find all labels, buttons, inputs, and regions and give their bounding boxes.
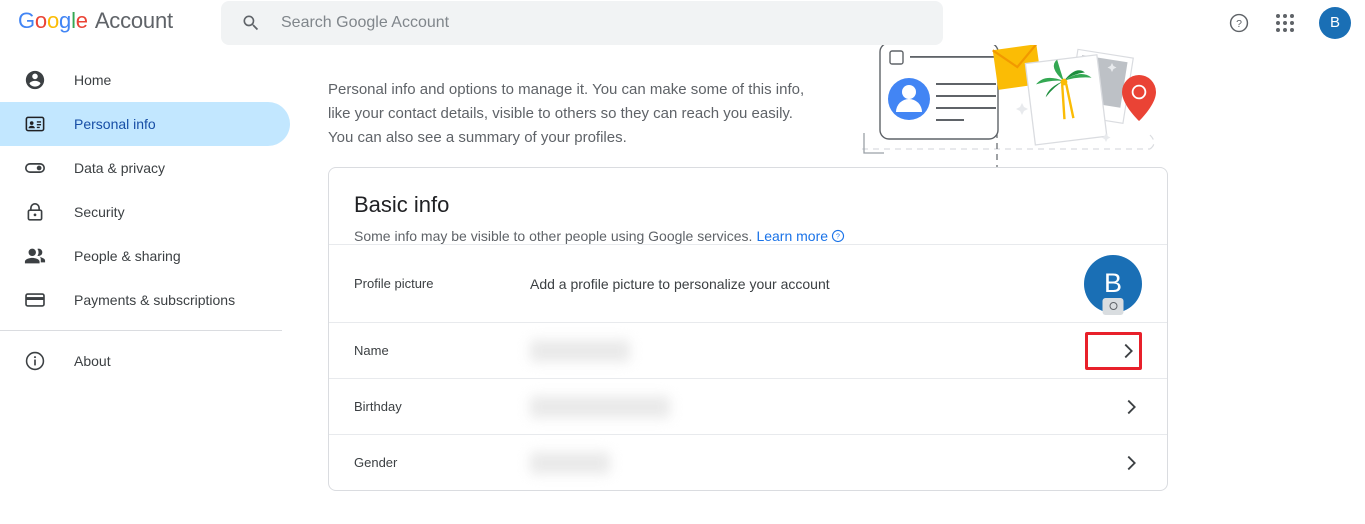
sidebar-item-data-privacy[interactable]: Data & privacy [0, 146, 290, 190]
credit-card-icon [24, 289, 46, 311]
profile-card-photos-location-illustration [850, 45, 1170, 187]
sidebar-item-about[interactable]: About [0, 339, 290, 383]
toggle-switch-icon [24, 157, 46, 179]
sidebar-item-label: Data & privacy [74, 160, 166, 176]
row-value [530, 395, 1085, 418]
table-row[interactable]: Birthday [329, 378, 1167, 434]
redacted-value [530, 339, 630, 362]
sidebar-item-label: People & sharing [74, 248, 181, 264]
avatar-initial: B [1103, 268, 1122, 298]
redacted-value [530, 395, 670, 418]
sidebar-item-home[interactable]: Home [0, 58, 290, 102]
page-title: Basic info [354, 192, 450, 217]
birthday-row-chevron-button[interactable] [1085, 388, 1142, 426]
row-label: Name [354, 343, 389, 358]
chevron-right-icon [1120, 452, 1142, 474]
card-header: Basic info Some info may be visible to o… [329, 168, 1167, 244]
gender-row-chevron-button[interactable] [1085, 444, 1142, 482]
app-header: G o o g l e Account ? B [0, 0, 1365, 45]
learn-more-link[interactable]: Learn more [756, 228, 828, 244]
chevron-right-icon [1117, 340, 1139, 362]
avatar[interactable]: B [1319, 6, 1351, 39]
row-label: Gender [354, 455, 398, 470]
redacted-value [530, 451, 610, 474]
search-icon [241, 13, 261, 33]
card-subtitle: Some info may be visible to other people… [354, 228, 1142, 244]
row-label: Profile picture [354, 276, 434, 291]
account-circle-icon [24, 69, 46, 91]
row-value: Add a profile picture to personalize you… [530, 275, 830, 292]
svg-text:?: ? [836, 234, 840, 241]
google-account-logo: G o o g l e Account [18, 8, 173, 34]
sidebar-item-label: About [74, 353, 111, 369]
name-row-chevron-button[interactable] [1085, 331, 1142, 370]
camera-icon[interactable] [1102, 297, 1124, 315]
row-value [530, 339, 1085, 362]
lock-icon [24, 201, 46, 223]
sidebar-item-label: Personal info [74, 116, 156, 132]
card-subtitle-text: Some info may be visible to other people… [354, 228, 753, 244]
avatar-initial: B [1329, 14, 1340, 31]
sidebar-item-label: Payments & subscriptions [74, 292, 236, 308]
search-input[interactable] [279, 11, 879, 35]
logo-letter-g1: G [18, 8, 35, 33]
sidebar-item-personal-info[interactable]: Personal info [0, 102, 290, 146]
sidebar-nav: Home Personal info Data & privacy Securi… [0, 58, 290, 524]
help-circle-icon[interactable]: ? [831, 229, 845, 243]
main-content: Personal info and options to manage it. … [290, 45, 1365, 524]
chevron-right-icon [1120, 396, 1142, 418]
sidebar-item-label: Home [74, 72, 112, 88]
badge-id-icon [24, 113, 46, 135]
info-circle-icon [24, 350, 46, 372]
logo-account-word: Account [94, 8, 173, 33]
row-value [530, 451, 1085, 474]
help-circle-icon[interactable]: ? [1227, 11, 1251, 35]
svg-text:?: ? [1236, 17, 1242, 29]
sidebar-item-label: Security [74, 204, 125, 220]
basic-info-card: Basic info Some info may be visible to o… [328, 167, 1168, 491]
header-actions: ? B [1227, 0, 1351, 45]
logo-letter-o1: o [34, 8, 47, 33]
logo-letter-g2: g [59, 8, 72, 33]
sidebar-divider [0, 330, 282, 331]
search-bar[interactable] [221, 1, 943, 45]
sidebar-item-payments-subscriptions[interactable]: Payments & subscriptions [0, 278, 290, 322]
profile-picture-avatar[interactable]: B [1084, 254, 1142, 315]
sidebar-item-people-sharing[interactable]: People & sharing [0, 234, 290, 278]
people-icon [24, 245, 46, 267]
logo-letter-e: e [75, 8, 88, 33]
sidebar-item-security[interactable]: Security [0, 190, 290, 234]
row-label: Birthday [354, 399, 402, 414]
table-row[interactable]: Name [329, 322, 1167, 378]
table-row[interactable]: Gender [329, 434, 1167, 490]
logo-letter-o2: o [46, 8, 60, 33]
apps-grid-icon[interactable] [1273, 11, 1297, 35]
page-intro-text: Personal info and options to manage it. … [328, 81, 805, 146]
table-row[interactable]: Profile picture Add a profile picture to… [329, 244, 1167, 322]
